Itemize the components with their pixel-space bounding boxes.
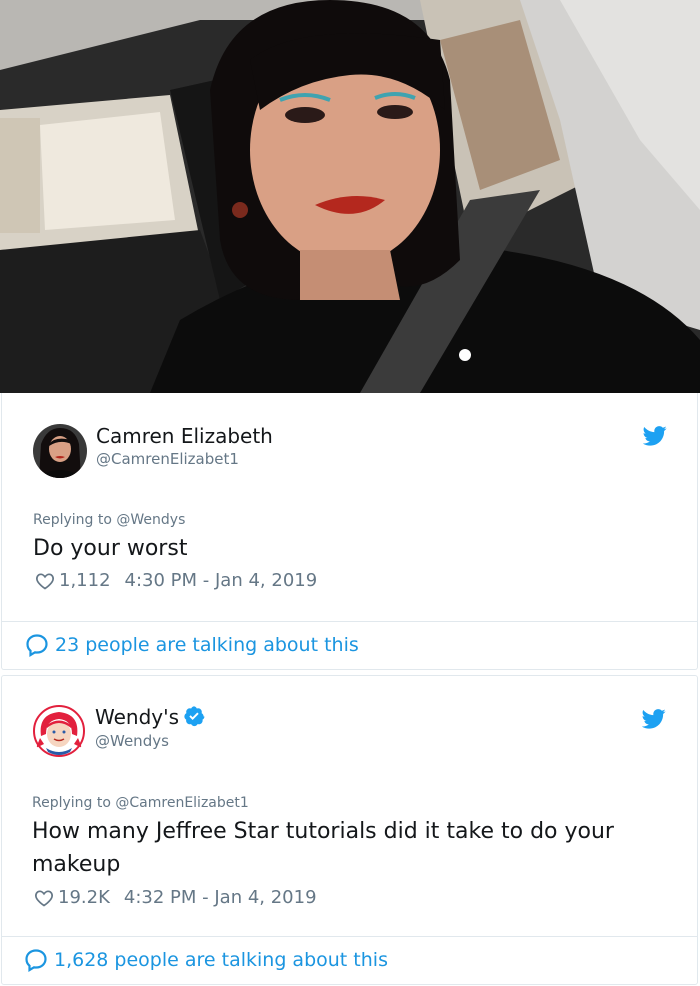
talking-text[interactable]: 1,628 people are talking about this: [54, 949, 388, 971]
tweet-text: How many Jeffree Star tutorials did it t…: [32, 815, 692, 881]
display-name-row: Wendy's: [95, 705, 205, 729]
tweet-meta: 19.2K 4:32 PM - Jan 4, 2019: [34, 887, 317, 908]
user-handle[interactable]: @CamrenElizabet1: [96, 450, 239, 468]
replying-to-prefix: Replying to: [32, 795, 116, 811]
divider: [2, 621, 697, 622]
speech-bubble-icon: [25, 949, 47, 972]
verified-badge-icon: [184, 706, 205, 727]
user-handle[interactable]: @Wendys: [95, 732, 169, 750]
divider: [2, 936, 697, 937]
tweet-text-line: How many Jeffree Star tutorials did it t…: [32, 819, 614, 844]
twitter-bird-icon[interactable]: [643, 426, 667, 446]
tweet-text: Do your worst: [33, 536, 188, 561]
display-name[interactable]: Camren Elizabeth: [96, 424, 273, 448]
talking-link[interactable]: 23 people are talking about this: [25, 633, 359, 657]
tweet-text-line: makeup: [32, 852, 121, 877]
replying-to: Replying to @Wendys: [33, 512, 185, 528]
heart-icon[interactable]: [34, 888, 54, 908]
replying-to-link[interactable]: @Wendys: [116, 512, 185, 528]
talking-text[interactable]: 23 people are talking about this: [55, 634, 359, 656]
replying-to-link[interactable]: @CamrenElizabet1: [115, 795, 248, 811]
talking-link[interactable]: 1,628 people are talking about this: [24, 948, 388, 972]
like-count[interactable]: 19.2K: [58, 887, 110, 908]
replying-to-prefix: Replying to: [33, 512, 117, 528]
display-name[interactable]: Wendy's: [95, 705, 179, 729]
like-count[interactable]: 1,112: [59, 570, 111, 591]
timestamp[interactable]: 4:32 PM - Jan 4, 2019: [124, 887, 317, 908]
avatar[interactable]: [33, 424, 87, 478]
tweet-meta: 1,112 4:30 PM - Jan 4, 2019: [35, 570, 317, 591]
selfie-photo: [0, 0, 700, 393]
tweet-card-camren[interactable]: Camren Elizabeth @CamrenElizabet1 Replyi…: [1, 393, 698, 670]
speech-bubble-icon: [26, 634, 48, 657]
heart-icon[interactable]: [35, 571, 55, 591]
timestamp[interactable]: 4:30 PM - Jan 4, 2019: [125, 570, 318, 591]
avatar[interactable]: [32, 704, 86, 758]
replying-to: Replying to @CamrenElizabet1: [32, 795, 249, 811]
tweet-card-wendys[interactable]: Wendy's @Wendys Replying to @CamrenEliza…: [1, 675, 698, 985]
twitter-bird-icon[interactable]: [642, 709, 666, 729]
